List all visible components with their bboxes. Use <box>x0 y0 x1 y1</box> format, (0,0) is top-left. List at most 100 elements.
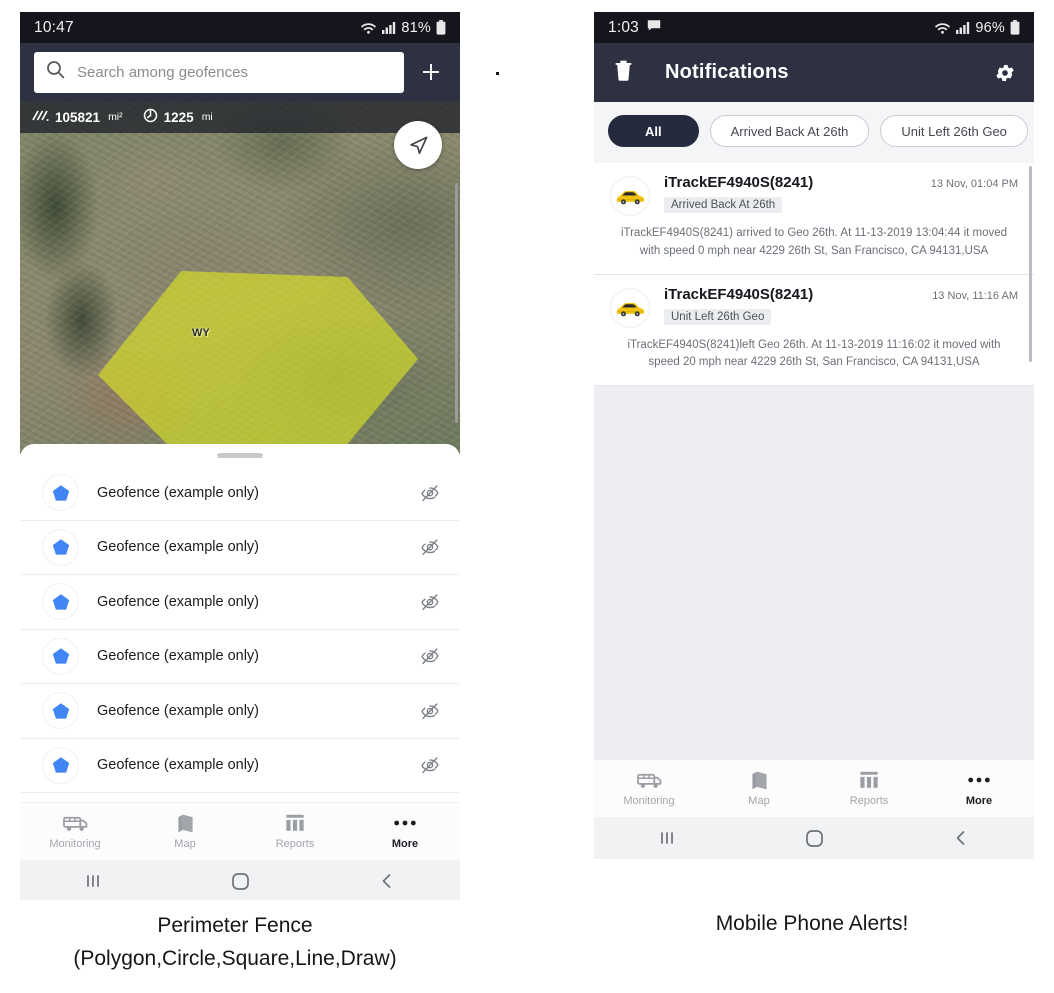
notifications-scroll-area[interactable]: iTrackEF4940S(8241) 13 Nov, 01:04 PM Arriv… <box>594 163 1034 759</box>
notification-device-name: iTrackEF4940S(8241) <box>664 285 814 303</box>
eye-off-icon <box>421 648 439 665</box>
left-phone-screenshot: 10:47 81% Search among geofences WY 1058… <box>20 12 460 900</box>
search-input[interactable]: Search among geofences <box>34 51 404 93</box>
my-location-button[interactable] <box>394 121 442 169</box>
geofence-shape-avatar <box>42 528 79 566</box>
notifications-header: Notifications <box>594 43 1034 102</box>
notification-list: iTrackEF4940S(8241) 13 Nov, 01:04 PM Arriv… <box>594 163 1034 387</box>
geofence-name: Geofence (example only) <box>97 484 259 501</box>
back-icon[interactable] <box>313 871 460 891</box>
message-icon <box>647 19 661 36</box>
pentagon-icon <box>52 648 69 664</box>
pentagon-icon <box>52 757 69 773</box>
geofence-visibility-toggle[interactable] <box>420 647 440 665</box>
geofence-list-item[interactable]: Geofence (example only) <box>20 739 460 793</box>
pentagon-icon <box>52 702 69 719</box>
geofence-list-item[interactable]: Geofence (example only) <box>20 684 460 739</box>
notification-card[interactable]: iTrackEF4940S(8241) 13 Nov, 01:04 PM Arriv… <box>594 163 1034 275</box>
filter-chip[interactable]: Arrived Back At 26th <box>709 115 870 147</box>
left-system-nav <box>20 860 460 900</box>
notification-avatar <box>610 287 650 328</box>
van-icon <box>636 770 662 790</box>
map-area-unit: mi² <box>108 111 123 123</box>
pentagon-icon <box>52 539 69 555</box>
tab-label: Monitoring <box>49 838 101 850</box>
wifi-icon <box>934 21 951 34</box>
perimeter-clock-icon <box>143 108 158 126</box>
tab-reports[interactable]: Reports <box>814 770 924 807</box>
battery-icon <box>1010 20 1020 35</box>
map-scrollbar[interactable] <box>455 183 458 423</box>
notification-event-tag: Unit Left 26th Geo <box>664 308 772 325</box>
geofence-shape-avatar <box>42 474 79 512</box>
tab-label: Map <box>748 795 770 807</box>
gear-icon[interactable] <box>994 62 1016 84</box>
right-bottom-tabbar: Monitoring Map Reports More <box>594 759 1034 817</box>
tab-map[interactable]: Map <box>130 813 240 850</box>
reports-bars-icon <box>859 770 879 790</box>
geofence-list-item[interactable]: Geofence (example only) <box>20 575 460 630</box>
eye-off-icon <box>421 594 439 610</box>
tab-monitoring[interactable]: Monitoring <box>594 770 704 807</box>
geofence-visibility-toggle[interactable] <box>420 593 440 611</box>
notification-avatar <box>610 176 650 216</box>
geofence-list: Geofence (example only) Geofence (example… <box>20 466 460 793</box>
filter-chip[interactable]: Unit Left 26th Geo <box>880 115 1028 147</box>
left-caption-line2: (Polygon,Circle,Square,Line,Draw) <box>73 946 397 970</box>
ellipsis-icon <box>393 813 417 833</box>
sheet-drag-handle[interactable] <box>217 453 263 458</box>
geofence-list-item[interactable]: Geofence (example only) <box>20 521 460 575</box>
home-icon[interactable] <box>167 871 314 892</box>
tab-more[interactable]: More <box>924 770 1034 807</box>
geofence-list-sheet: Geofence (example only) Geofence (example… <box>20 444 460 802</box>
trash-icon[interactable] <box>614 60 633 86</box>
geofence-list-item[interactable]: Geofence (example only) <box>20 630 460 684</box>
right-system-nav <box>594 817 1034 859</box>
map-perimeter-unit: mi <box>201 111 213 123</box>
back-icon[interactable] <box>887 828 1034 848</box>
geofence-shape-avatar <box>42 583 79 621</box>
notification-timestamp: 13 Nov, 01:04 PM <box>930 178 1018 190</box>
eye-off-icon <box>421 485 439 501</box>
map-view[interactable]: WY United States COLORADO UT Google 1058… <box>20 101 460 454</box>
geofence-visibility-toggle[interactable] <box>420 756 440 774</box>
notification-device-name: iTrackEF4940S(8241) <box>664 174 814 191</box>
tab-reports[interactable]: Reports <box>240 813 350 850</box>
recents-icon[interactable] <box>20 871 167 891</box>
geofence-visibility-toggle[interactable] <box>420 538 440 556</box>
notification-card[interactable]: iTrackEF4940S(8241) 13 Nov, 11:16 AM Unit … <box>594 274 1034 387</box>
geofence-name: Geofence (example only) <box>97 539 259 556</box>
notifications-scrollbar[interactable] <box>1029 166 1032 362</box>
left-bottom-tabbar: Monitoring Map Reports More <box>20 802 460 860</box>
map-label-wy: WY <box>192 327 210 339</box>
tab-label: Monitoring <box>623 795 675 807</box>
ellipsis-icon <box>967 770 991 790</box>
left-caption-line1: Perimeter Fence <box>157 914 313 937</box>
left-caption: Perimeter Fence (Polygon,Circle,Square,L… <box>0 910 470 976</box>
plus-icon <box>423 64 439 80</box>
home-icon[interactable] <box>741 828 888 849</box>
geofence-shape-avatar <box>42 637 79 675</box>
tab-label: Reports <box>275 838 315 850</box>
tab-label: Map <box>174 838 196 850</box>
add-geofence-button[interactable] <box>414 55 448 89</box>
geofence-name: Geofence (example only) <box>97 702 259 719</box>
tab-label: Reports <box>849 795 889 807</box>
tab-map[interactable]: Map <box>704 770 814 807</box>
geofence-visibility-toggle[interactable] <box>420 484 440 502</box>
yellow-car-icon <box>616 302 644 316</box>
right-status-bar: 1:03 96% <box>594 12 1034 43</box>
geofence-name: Geofence (example only) <box>97 757 259 774</box>
filter-chip[interactable]: All <box>608 115 699 147</box>
recents-icon[interactable] <box>594 828 741 848</box>
tab-monitoring[interactable]: Monitoring <box>20 813 130 850</box>
tab-more[interactable]: More <box>350 813 460 850</box>
geofence-visibility-toggle[interactable] <box>420 702 440 720</box>
search-header: Search among geofences <box>20 43 460 101</box>
battery-percent: 96% <box>975 19 1005 36</box>
geofence-list-item[interactable]: Geofence (example only) <box>20 466 460 521</box>
battery-icon <box>436 20 446 35</box>
map-fold-icon <box>177 813 194 833</box>
notification-body-text: iTrackEF4940S(8241)left Geo 26th. At 11-… <box>627 338 1001 369</box>
notification-filter-chips: All Arrived Back At 26th Unit Left 26th Ge… <box>594 102 1034 163</box>
